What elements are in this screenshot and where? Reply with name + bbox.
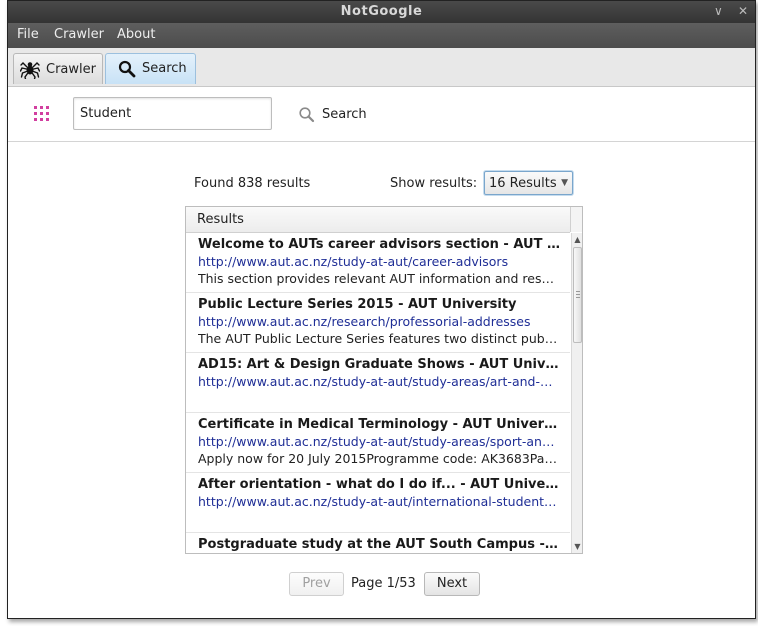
scroll-down-icon[interactable]: ▼	[572, 542, 582, 551]
results-count: Found 838 results	[194, 176, 311, 191]
grip-line	[576, 297, 580, 298]
window-title: NotGoogle	[340, 4, 423, 19]
search-input[interactable]	[73, 97, 272, 130]
search-icon	[298, 106, 315, 127]
scrollbar-thumb[interactable]	[573, 247, 582, 343]
result-description: This section provides relevant AUT infor…	[198, 271, 560, 286]
magnifier-icon	[118, 60, 136, 82]
result-url[interactable]: http://www.aut.ac.nz/study-at-aut/intern…	[198, 494, 560, 509]
close-icon[interactable]: ✕	[738, 4, 748, 18]
tab-search[interactable]: Search	[105, 53, 196, 84]
tab-crawler-label: Crawler	[46, 62, 96, 77]
result-title[interactable]: After orientation - what do I do if... -…	[198, 477, 560, 492]
results-scrollbar[interactable]: ▲ ▼	[571, 233, 582, 553]
show-results-label: Show results:	[390, 176, 478, 191]
next-button[interactable]: Next	[424, 572, 480, 596]
header-corner	[570, 207, 582, 232]
result-item[interactable]: Postgraduate study at the AUT South Camp…	[186, 533, 570, 553]
grid-icon[interactable]	[33, 105, 51, 127]
result-url[interactable]: http://www.aut.ac.nz/research/professori…	[198, 314, 560, 329]
result-description: The AUT Public Lecture Series features t…	[198, 331, 560, 346]
spider-icon	[19, 59, 41, 83]
result-item[interactable]: Welcome to AUTs career advisors section …	[186, 233, 570, 293]
result-url[interactable]: http://www.aut.ac.nz/study-at-aut/study-…	[198, 374, 560, 389]
results-per-page-value: 16 Results	[489, 176, 557, 191]
results-column-header[interactable]: Results	[186, 207, 570, 233]
result-url[interactable]: http://www.aut.ac.nz/study-at-aut/study-…	[198, 434, 560, 449]
chevron-down-icon: ▼	[561, 178, 568, 188]
result-url[interactable]: http://www.aut.ac.nz/study-at-aut/career…	[198, 254, 560, 269]
menu-crawler[interactable]: Crawler	[54, 27, 104, 42]
result-title[interactable]: AD15: Art & Design Graduate Shows - AUT …	[198, 357, 560, 372]
results-list: Welcome to AUTs career advisors section …	[186, 233, 570, 553]
menu-bar: File Crawler About	[8, 23, 755, 48]
result-item[interactable]: Public Lecture Series 2015 - AUT Univers…	[186, 293, 570, 353]
minimize-icon[interactable]: ∨	[714, 4, 723, 18]
results-header-label: Results	[197, 212, 244, 227]
grip-line	[576, 294, 580, 295]
result-title[interactable]: Postgraduate study at the AUT South Camp…	[198, 537, 560, 552]
result-item[interactable]: After orientation - what do I do if... -…	[186, 473, 570, 533]
search-toolbar: Search	[8, 87, 755, 142]
tab-crawler[interactable]: Crawler	[13, 53, 103, 84]
result-title[interactable]: Public Lecture Series 2015 - AUT Univers…	[198, 297, 560, 312]
scroll-up-icon[interactable]: ▲	[572, 235, 582, 244]
grip-line	[576, 291, 580, 292]
result-description: Apply now for 20 July 2015Programme code…	[198, 451, 560, 466]
menu-about[interactable]: About	[117, 27, 155, 42]
app-window: NotGoogle ∨ ✕ File Crawler About Crawler…	[7, 0, 756, 619]
page-indicator: Page 1/53	[351, 576, 416, 591]
tab-search-label: Search	[142, 61, 187, 76]
results-table: Results Welcome to AUTs career advisors …	[185, 206, 583, 554]
search-button-label: Search	[322, 107, 367, 122]
title-bar[interactable]: NotGoogle ∨ ✕	[8, 1, 755, 23]
menu-file[interactable]: File	[17, 27, 39, 42]
result-item[interactable]: Certificate in Medical Terminology - AUT…	[186, 413, 570, 473]
tab-bar: Crawler Search	[8, 48, 755, 87]
result-title[interactable]: Welcome to AUTs career advisors section …	[198, 237, 560, 252]
result-item[interactable]: AD15: Art & Design Graduate Shows - AUT …	[186, 353, 570, 413]
results-per-page-select[interactable]: 16 Results ▼	[484, 171, 573, 195]
result-title[interactable]: Certificate in Medical Terminology - AUT…	[198, 417, 560, 432]
prev-button[interactable]: Prev	[289, 572, 344, 596]
